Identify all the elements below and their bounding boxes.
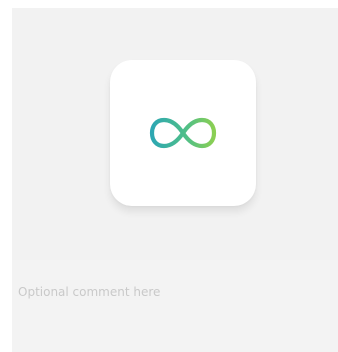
preview-panel: Optional comment here <box>12 8 338 352</box>
infinity-icon <box>149 117 217 149</box>
optional-comment-placeholder[interactable]: Optional comment here <box>18 284 318 300</box>
image-preview-area <box>12 8 338 260</box>
app-icon-card <box>110 60 256 206</box>
comment-area[interactable]: Optional comment here <box>12 260 338 352</box>
preview-frame: Optional comment here <box>0 0 338 352</box>
